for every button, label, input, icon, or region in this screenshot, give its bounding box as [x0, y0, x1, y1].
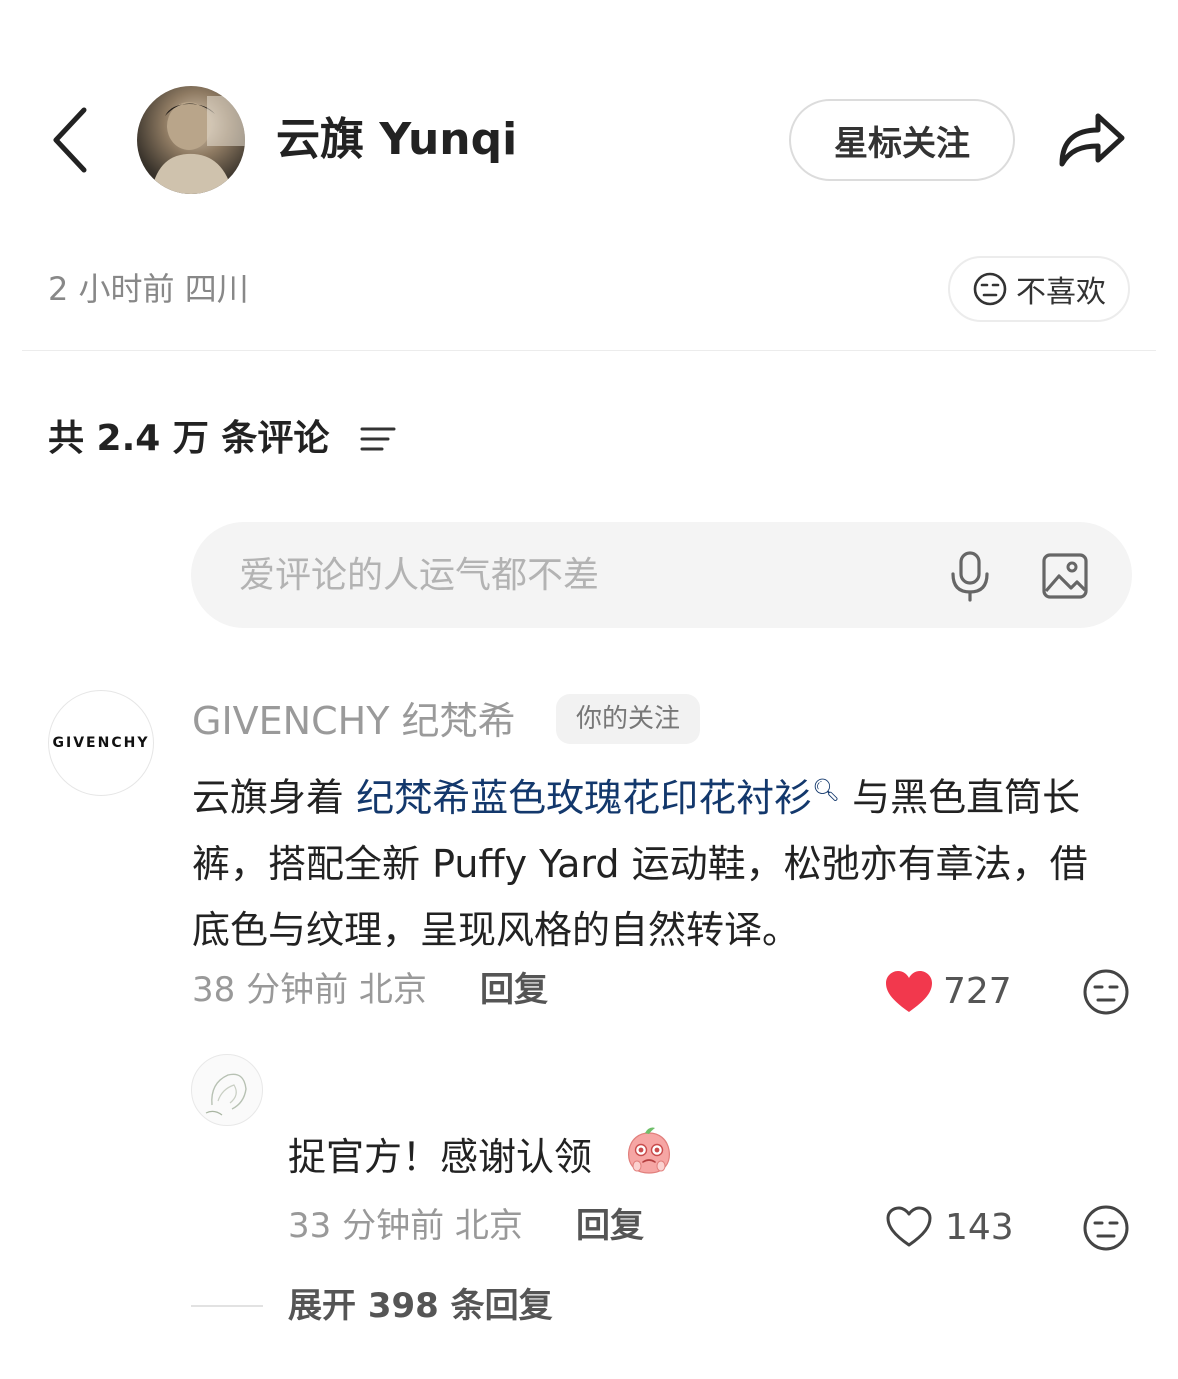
chevron-left-icon — [53, 107, 87, 173]
star-follow-button[interactable]: 星标关注 — [789, 99, 1015, 181]
comment-text: 云旗身着 纪梵希蓝色玫瑰花印花衬衫🔍︎ 与黑色直筒长裤，搭配全新 Puffy Y… — [192, 758, 1122, 963]
expand-divider — [191, 1305, 263, 1307]
heart-filled-icon — [886, 971, 932, 1012]
heart-outline-icon — [886, 1206, 932, 1247]
reply-meta: 33 分钟前 北京 — [288, 1206, 523, 1246]
reply-avatar[interactable] — [191, 1054, 263, 1126]
comment-author[interactable]: GIVENCHY 纪梵希 — [192, 696, 515, 746]
search-icon: 🔍︎ — [812, 778, 841, 803]
dislike-label: 不喜欢 — [1016, 275, 1106, 310]
product-link[interactable]: 纪梵希蓝色玫瑰花印花衬衫🔍︎ — [356, 776, 840, 820]
product-link-label: 纪梵希蓝色玫瑰花印花衬衫 — [356, 775, 813, 820]
dislike-icon[interactable] — [1082, 968, 1130, 1016]
author-avatar[interactable] — [137, 86, 245, 194]
sort-icon[interactable] — [360, 424, 396, 454]
dislike-button[interactable]: 不喜欢 — [948, 256, 1130, 322]
post-meta: 2 小时前 四川 — [48, 270, 249, 308]
comment-text-start: 云旗身着 — [192, 775, 357, 820]
reply-button[interactable]: 回复 — [576, 1202, 644, 1250]
like-count: 727 — [943, 971, 1012, 1012]
share-button[interactable] — [1054, 106, 1128, 170]
like-count: 143 — [945, 1207, 1014, 1248]
like-button[interactable] — [884, 970, 934, 1014]
divider — [22, 350, 1156, 351]
commenter-avatar[interactable]: GIVENCHY — [48, 690, 154, 796]
like-button[interactable] — [885, 1206, 933, 1248]
author-name[interactable]: 云旗 Yunqi — [276, 112, 517, 168]
image-icon[interactable] — [1041, 552, 1089, 600]
share-icon — [1059, 113, 1125, 167]
reply-button[interactable]: 回复 — [480, 966, 548, 1014]
reply-text: 捉官方！感谢认领 — [288, 1135, 593, 1179]
dislike-icon[interactable] — [1082, 1204, 1130, 1252]
crying-peach-emoji-icon — [623, 1124, 675, 1176]
expand-replies-button[interactable]: 展开 398 条回复 — [288, 1282, 553, 1330]
microphone-icon[interactable] — [948, 550, 992, 602]
neutral-face-icon — [973, 272, 1007, 306]
following-badge: 你的关注 — [556, 694, 701, 744]
comment-input[interactable]: 爱评论的人运气都不差 — [191, 522, 1132, 628]
comments-count: 共 2.4 万 条评论 — [48, 418, 330, 459]
back-button[interactable] — [46, 104, 96, 176]
comment-meta: 38 分钟前 北京 — [192, 970, 427, 1010]
comment-input-placeholder: 爱评论的人运气都不差 — [239, 555, 600, 596]
